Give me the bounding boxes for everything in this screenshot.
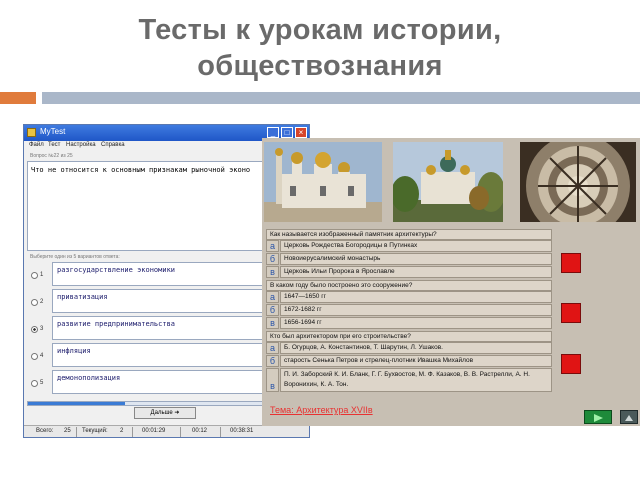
option-text: старость Сенька Петров и стрелец-плотник… [280, 355, 552, 367]
answer-number: 2 [40, 299, 44, 305]
option-text: Б. Огурцов, А. Константинов, Т. Шарутин,… [280, 342, 552, 354]
option-letter: б [266, 355, 279, 367]
answer-text: инфляция [57, 347, 91, 355]
menu-test[interactable]: Тест [48, 142, 60, 148]
question-3-heading: Кто был архитектором при его строительст… [266, 331, 552, 342]
option-letter: б [266, 304, 279, 316]
question-time: 00:12 [192, 428, 208, 434]
status-divider [76, 427, 77, 437]
answer-check-button-2[interactable] [561, 303, 581, 323]
menu-help[interactable]: Справка [101, 142, 125, 148]
elapsed-time: 00:01:29 [142, 428, 166, 434]
answer-number: 4 [40, 353, 44, 359]
option-text: Церковь Рождества Богородицы в Путинках [280, 240, 552, 252]
q3-option-c[interactable]: в П. И. Заборский К. И. Бланк, Г. Г. Бух… [266, 368, 552, 392]
close-icon[interactable]: × [295, 127, 307, 138]
next-button[interactable]: Дальше ➜ [134, 407, 196, 419]
answer-number: 1 [40, 272, 44, 278]
next-slide-button[interactable] [584, 410, 612, 424]
question-1-heading: Как называется изображенный памятник арх… [266, 229, 552, 240]
maximize-icon[interactable]: □ [281, 127, 293, 138]
option-letter: а [266, 342, 279, 354]
question-text: Что не относится к основным признакам ры… [31, 166, 251, 174]
option-letter: а [266, 240, 279, 252]
status-divider [132, 427, 133, 437]
total-label: Всего: [36, 428, 54, 434]
option-letter: в [266, 266, 279, 278]
slide-title-line1: Тесты к урокам истории, [138, 14, 502, 46]
current-label: Текущий: [82, 428, 108, 434]
option-text: 1672-1682 гг [280, 304, 552, 316]
answer-check-button-3[interactable] [561, 354, 581, 374]
remaining-time: 00:38:31 [230, 428, 254, 434]
current-value: 2 [120, 428, 124, 434]
option-letter: б [266, 253, 279, 265]
status-bar: Всего: 25 Текущий: 2 00:01:29 00:12 00:3… [24, 425, 309, 437]
q3-option-a[interactable]: а Б. Огурцов, А. Константинов, Т. Шарути… [266, 342, 552, 354]
answer-text: приватизация [57, 293, 108, 301]
q2-option-b[interactable]: б 1672-1682 гг [266, 304, 552, 316]
q2-option-a[interactable]: а 1647—1650 гг [266, 291, 552, 303]
status-divider [220, 427, 221, 437]
q2-option-c[interactable]: в 1656-1694 гг [266, 317, 552, 329]
menu-settings[interactable]: Настройка [66, 142, 96, 148]
option-letter: в [266, 368, 279, 392]
radio-button[interactable] [31, 272, 38, 279]
status-divider [180, 427, 181, 437]
total-value: 25 [64, 428, 71, 434]
question-counter: Вопрос №22 из 25 [30, 153, 73, 159]
architecture-test-panel: Как называется изображенный памятник арх… [262, 138, 640, 426]
cathedral-photo-1 [264, 142, 382, 222]
radio-button[interactable] [31, 299, 38, 306]
minimize-icon[interactable]: _ [267, 127, 279, 138]
answer-text: разгосударствление экономики [57, 266, 176, 274]
slide-title: Тесты к урокам истории, обществознания [0, 12, 640, 84]
play-icon [594, 414, 603, 422]
question-2-heading: В каком году было построено это сооружен… [266, 280, 552, 291]
radio-button-selected[interactable] [31, 326, 38, 333]
answer-text: развитие предпринимательства [57, 320, 176, 328]
slide-title-line2: обществознания [197, 50, 443, 82]
next-button-label: Дальше [150, 410, 173, 416]
option-letter: в [266, 317, 279, 329]
option-text: 1656-1694 гг [280, 317, 552, 329]
return-button[interactable] [620, 410, 638, 424]
radio-button[interactable] [31, 380, 38, 387]
return-icon [625, 415, 633, 421]
option-text: Новоиерусалимский монастырь [280, 253, 552, 265]
window-title: MyTest [40, 127, 66, 136]
cathedral-photo-2 [393, 142, 503, 222]
option-letter: а [266, 291, 279, 303]
dome-interior-photo [520, 142, 636, 222]
q1-option-a[interactable]: а Церковь Рождества Богородицы в Путинка… [266, 240, 552, 252]
accent-bar-orange [0, 92, 36, 104]
answer-number: 3 [40, 326, 44, 332]
option-text: П. И. Заборский К. И. Бланк, Г. Г. Бухво… [280, 368, 552, 392]
menu-file[interactable]: Файл [29, 142, 44, 148]
option-text: 1647—1650 гг [280, 291, 552, 303]
progress-fill [28, 402, 125, 405]
theme-link[interactable]: Тема: Архитектура XVIIв [270, 405, 373, 415]
accent-bar-blue [42, 92, 640, 104]
arrow-right-icon: ➜ [174, 410, 180, 416]
answer-number: 5 [40, 380, 44, 386]
q1-option-b[interactable]: б Новоиерусалимский монастырь [266, 253, 552, 265]
q1-option-c[interactable]: в Церковь Ильи Пророка в Ярославле [266, 266, 552, 278]
radio-button[interactable] [31, 353, 38, 360]
q3-option-b[interactable]: б старость Сенька Петров и стрелец-плотн… [266, 355, 552, 367]
answer-text: демонополизация [57, 374, 121, 382]
option-text: Церковь Ильи Пророка в Ярославле [280, 266, 552, 278]
app-icon [27, 128, 36, 137]
choose-prompt: Выберите один из 5 вариантов ответа: [30, 254, 120, 260]
answer-check-button-1[interactable] [561, 253, 581, 273]
